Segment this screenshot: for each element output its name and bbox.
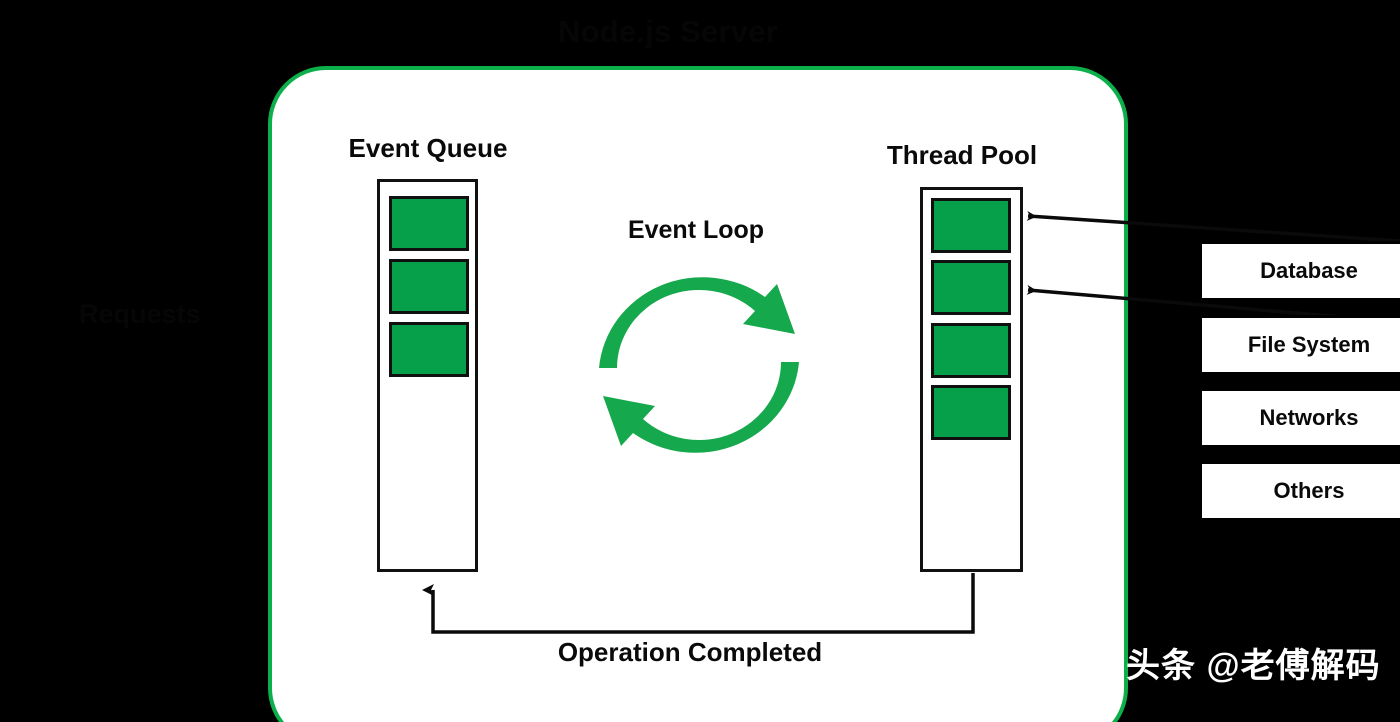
thread-pool-task-block — [931, 323, 1011, 378]
resource-label: Database — [1260, 258, 1358, 283]
event-queue-task-block — [389, 259, 469, 314]
event-queue-task-block — [389, 196, 469, 251]
resource-label: Others — [1273, 478, 1345, 503]
requests-label: Requests — [79, 299, 201, 329]
resource-box-database[interactable]: Database — [1199, 241, 1400, 301]
event-queue-heading: Event Queue — [348, 133, 508, 163]
resource-box-networks[interactable]: Networks — [1199, 388, 1400, 448]
resource-label: File System — [1247, 332, 1371, 357]
thread-pool-task-block — [931, 260, 1011, 315]
thread-pool-heading: Thread Pool — [886, 140, 1038, 170]
circular-refresh-arrows-icon — [599, 277, 799, 453]
thread-pool-task-block — [931, 198, 1011, 253]
resource-box-file-system[interactable]: File System — [1199, 315, 1400, 375]
thread-pool-task-block — [931, 385, 1011, 440]
resource-box-others[interactable]: Others — [1199, 461, 1400, 521]
event-queue-task-block — [389, 322, 469, 377]
page-title: Node.js Server — [558, 14, 778, 49]
operation-completed-label: Operation Completed — [557, 637, 823, 667]
watermark: 头条 @老傅解码 — [1126, 647, 1381, 685]
diagram-canvas: Node.js Server Requests Event Queue Even… — [0, 0, 1400, 722]
event-loop-heading: Event Loop — [627, 216, 765, 244]
resource-label: Networks — [1259, 405, 1359, 430]
